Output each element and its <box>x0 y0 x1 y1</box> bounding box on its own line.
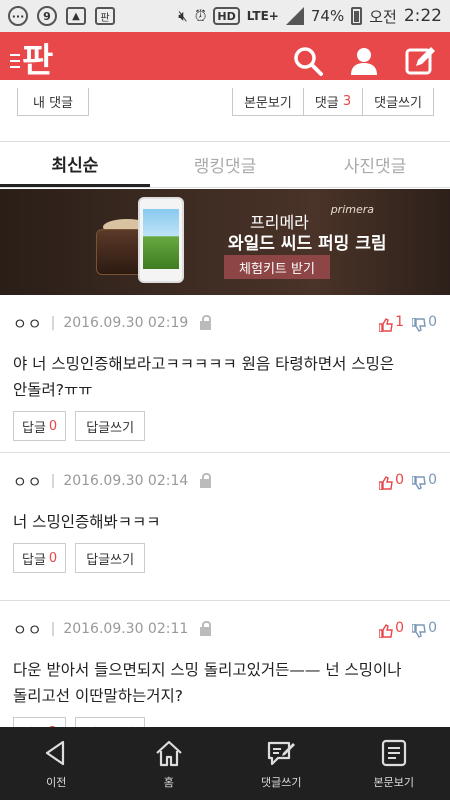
reply-count: 0 <box>48 550 58 566</box>
downvote-button[interactable]: 0 <box>412 620 437 638</box>
upvote-button[interactable]: 0 <box>379 472 404 490</box>
comment-author[interactable]: ㅇㅇ <box>13 619 43 640</box>
comment-body: 야 너 스밍인증해보라고ㅋㅋㅋㅋㅋ 원음 타령하면서 스밍은 안돌려?ㅠㅠ <box>13 355 395 399</box>
write-icon[interactable] <box>404 45 436 77</box>
home-icon <box>156 740 182 766</box>
divider: | <box>50 473 56 489</box>
nav-home[interactable]: 홈 <box>113 727 226 800</box>
comments-label: 댓글 <box>314 96 339 111</box>
tab-ranking[interactable]: 랭킹댓글 <box>150 142 300 187</box>
divider: | <box>50 621 56 637</box>
my-comments-button[interactable]: 내 댓글 <box>17 88 89 116</box>
reply-label: 답글 <box>22 552 46 568</box>
reply-count-button[interactable]: 답글 0 <box>13 411 67 441</box>
thumbs-up-icon <box>379 624 393 638</box>
battery-percent: 74% <box>310 7 345 25</box>
comment-item: ㅇㅇ | 2016.09.30 02:14 0 0 너 스밍인증해봐ㅋㅋㅋ 답글… <box>0 453 450 601</box>
thumbs-up-icon <box>379 318 393 332</box>
ad-phone-image <box>138 197 184 283</box>
reply-count: 0 <box>48 418 58 434</box>
downvote-button[interactable]: 0 <box>412 314 437 332</box>
app-notification-icon: 판 <box>95 7 115 25</box>
document-icon <box>381 739 406 766</box>
comment-datetime: 2016.09.30 02:14 <box>63 473 189 489</box>
thumbs-down-icon <box>412 476 426 490</box>
upvote-count: 0 <box>395 620 405 636</box>
status-bar: ··· 9 ▲ 판 🔇︎ ⏰︎ HD LTE+ 74% 오전 2:22 <box>0 0 450 32</box>
comment-datetime: 2016.09.30 02:11 <box>63 621 189 637</box>
tab-latest[interactable]: 최신순 <box>0 142 150 187</box>
comment-list: ㅇㅇ | 2016.09.30 02:19 1 0 야 너 스밍인증해보라고ㅋㅋ… <box>0 295 450 765</box>
downvote-button[interactable]: 0 <box>412 472 437 490</box>
divider: | <box>50 315 56 331</box>
comment-author[interactable]: ㅇㅇ <box>13 471 43 492</box>
downvote-count: 0 <box>428 472 437 488</box>
ad-brand: primera <box>330 203 374 216</box>
write-comment-button[interactable]: 댓글쓰기 <box>363 88 434 116</box>
upvote-count: 0 <box>395 472 405 488</box>
nav-view-post-label: 본문보기 <box>373 775 414 789</box>
nav-view-post[interactable]: 본문보기 <box>338 727 450 800</box>
comment-write-icon <box>268 741 296 765</box>
more-icon: ··· <box>8 6 28 26</box>
tab-photo[interactable]: 사진댓글 <box>300 142 450 187</box>
comment-author[interactable]: ㅇㅇ <box>13 313 43 334</box>
lock-icon <box>200 315 212 331</box>
comment-datetime: 2016.09.30 02:19 <box>63 315 189 331</box>
network-type: LTE+ <box>246 9 279 23</box>
hd-voice-icon: HD <box>213 7 240 25</box>
nav-home-label: 홈 <box>163 775 174 789</box>
comment-item: ㅇㅇ | 2016.09.30 02:19 1 0 야 너 스밍인증해보라고ㅋㅋ… <box>0 295 450 453</box>
user-icon[interactable] <box>348 45 380 77</box>
nav-write-label: 댓글쓰기 <box>261 775 302 789</box>
bottom-nav: 이전 홈 댓글쓰기 본문보기 <box>0 727 450 800</box>
reply-count-button[interactable]: 답글 0 <box>13 543 67 573</box>
clock-ampm: 오전 <box>369 7 397 26</box>
thumbs-down-icon <box>412 318 426 332</box>
app-logo[interactable]: 판 <box>22 44 53 78</box>
search-icon[interactable] <box>292 45 324 77</box>
signal-icon <box>285 7 304 25</box>
nav-back-label: 이전 <box>46 775 67 789</box>
downvote-count: 0 <box>428 314 437 330</box>
ad-product: 와일드 씨드 퍼밍 크림 <box>228 234 387 254</box>
menu-icon[interactable] <box>10 54 20 68</box>
upvote-button[interactable]: 1 <box>379 314 404 332</box>
view-post-button[interactable]: 본문보기 <box>231 88 304 116</box>
mute-icon: 🔇︎ <box>178 7 188 25</box>
image-icon: ▲ <box>66 7 86 25</box>
lock-icon <box>200 473 212 489</box>
write-reply-button[interactable]: 답글쓰기 <box>75 411 146 441</box>
back-triangle-icon <box>46 740 65 765</box>
nav-write-comment[interactable]: 댓글쓰기 <box>225 727 338 800</box>
nav-back[interactable]: 이전 <box>0 727 113 800</box>
comment-body: 너 스밍인증해봐ㅋㅋㅋ <box>13 513 161 531</box>
write-reply-button[interactable]: 답글쓰기 <box>75 543 146 573</box>
g-badge-icon: 9 <box>37 6 57 26</box>
downvote-count: 0 <box>428 620 437 636</box>
upvote-button[interactable]: 0 <box>379 620 404 638</box>
clock-time: 2:22 <box>403 6 442 26</box>
comment-toolbar: 내 댓글 본문보기 댓글 3 댓글쓰기 <box>0 80 450 142</box>
thumbs-down-icon <box>412 624 426 638</box>
alarm-icon: ⏰︎ <box>194 7 207 25</box>
battery-icon <box>351 7 363 25</box>
comments-count-button[interactable]: 댓글 3 <box>303 88 364 116</box>
reply-label: 답글 <box>22 420 46 436</box>
upvote-count: 1 <box>395 314 405 330</box>
ad-cta-button[interactable]: 체험키트 받기 <box>224 255 330 279</box>
thumbs-up-icon <box>379 476 393 490</box>
ad-banner[interactable]: primera 프리메라 와일드 씨드 퍼밍 크림 체험키트 받기 <box>0 189 450 295</box>
sort-tabs: 최신순 랭킹댓글 사진댓글 <box>0 142 450 188</box>
comment-body: 다운 받아서 들으면되지 스밍 돌리고있거든—— 넌 스밍이나 돌리고선 이딴말… <box>13 661 402 705</box>
comments-count: 3 <box>342 94 352 109</box>
lock-icon <box>200 621 212 637</box>
